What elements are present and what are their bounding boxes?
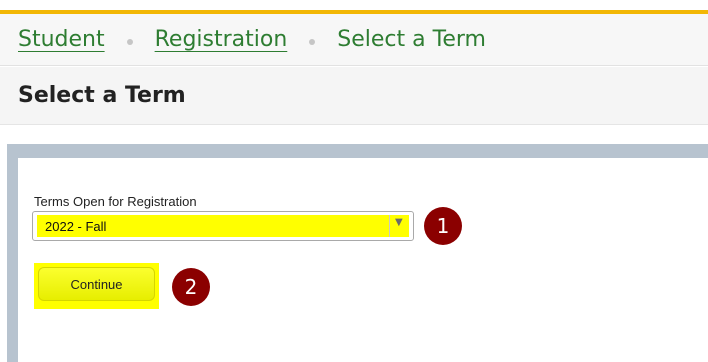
breadcrumb-current: Select a Term [337, 27, 486, 52]
top-strip [0, 0, 708, 10]
breadcrumb-separator [126, 38, 133, 45]
select-divider [389, 215, 390, 237]
breadcrumb: Student Registration Select a Term [0, 14, 708, 66]
term-select[interactable]: 2022 - Fall ▼ [32, 211, 414, 241]
chevron-down-icon[interactable]: ▼ [395, 217, 403, 228]
title-bar: Select a Term [0, 67, 708, 125]
page-title: Select a Term [18, 83, 186, 108]
continue-button[interactable]: Continue [38, 267, 155, 301]
step-1-badge: 1 [424, 207, 462, 245]
breadcrumb-separator [309, 38, 316, 45]
term-select-value: 2022 - Fall [45, 219, 107, 234]
term-select-highlight: 2022 - Fall ▼ [37, 215, 409, 237]
form-panel: Terms Open for Registration 2022 - Fall … [18, 158, 708, 362]
term-label: Terms Open for Registration [34, 194, 197, 209]
continue-highlight: Continue [34, 263, 159, 309]
breadcrumb-student[interactable]: Student [18, 27, 105, 52]
content-frame: Terms Open for Registration 2022 - Fall … [7, 144, 708, 362]
breadcrumb-registration[interactable]: Registration [155, 27, 288, 52]
step-2-badge: 2 [172, 268, 210, 306]
